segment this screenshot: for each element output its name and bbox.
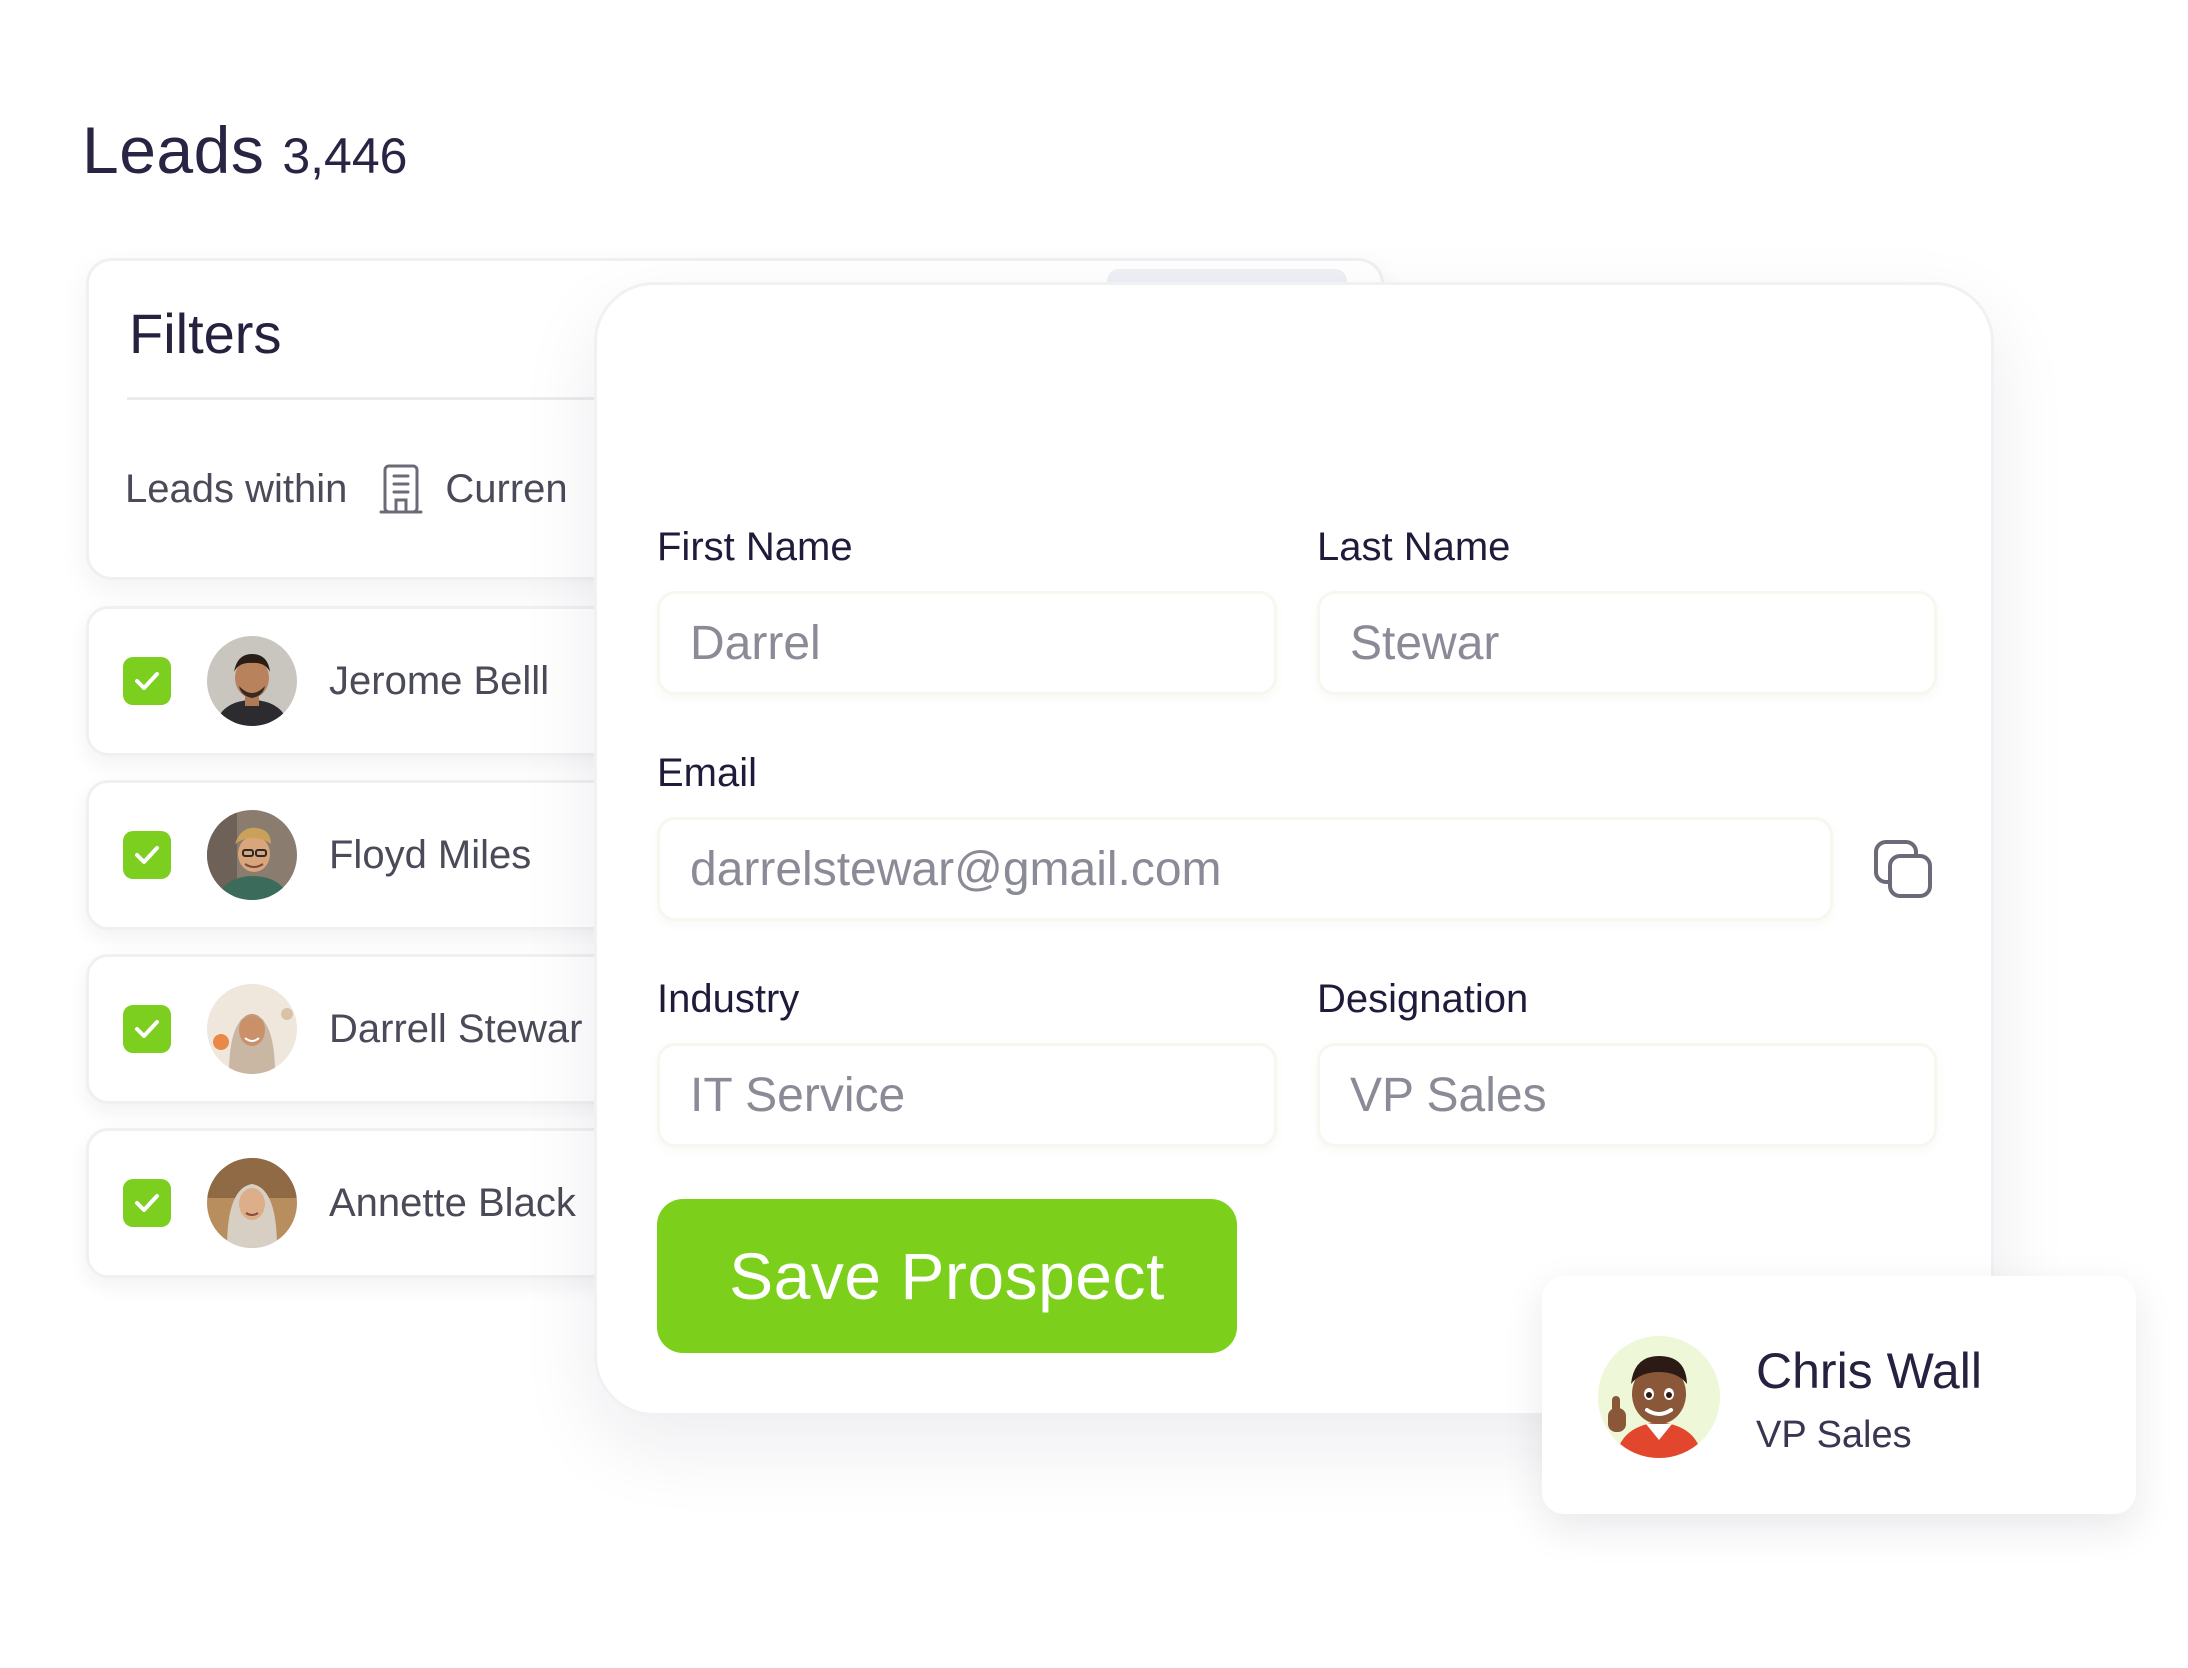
building-icon bbox=[379, 463, 423, 515]
check-icon bbox=[135, 846, 159, 864]
contact-name: Chris Wall bbox=[1756, 1343, 1982, 1399]
first-name-label: First Name bbox=[657, 525, 853, 569]
last-name-field[interactable]: Stewar bbox=[1317, 591, 1937, 695]
avatar bbox=[207, 810, 297, 900]
page-title: Leads bbox=[82, 113, 265, 187]
lead-name: Floyd Miles bbox=[329, 832, 532, 877]
page-header: Leads 3,446 bbox=[82, 112, 407, 188]
designation-label: Designation bbox=[1317, 977, 1529, 1021]
leads-within-value: Curren bbox=[445, 466, 568, 511]
industry-field[interactable]: IT Service bbox=[657, 1043, 1277, 1147]
contact-card[interactable]: Chris Wall VP Sales bbox=[1542, 1276, 2136, 1514]
lead-name: Jerome Belll bbox=[329, 658, 550, 703]
lead-checkbox[interactable] bbox=[123, 1005, 171, 1053]
lead-checkbox[interactable] bbox=[123, 831, 171, 879]
email-label: Email bbox=[657, 751, 758, 795]
copy-button[interactable] bbox=[1869, 835, 1939, 905]
filters-title: Filters bbox=[129, 302, 282, 365]
prospect-form: First Name Darrel Last Name Stewar Email… bbox=[594, 282, 1994, 1416]
lead-name: Annette Black bbox=[329, 1180, 576, 1225]
copy-icon bbox=[1874, 840, 1932, 898]
leads-screen: Leads 3,446 Filters Leads within Curren bbox=[0, 0, 2188, 1668]
leads-within-label: Leads within bbox=[125, 466, 348, 511]
avatar bbox=[207, 1158, 297, 1248]
industry-label: Industry bbox=[657, 977, 800, 1021]
lead-checkbox[interactable] bbox=[123, 1179, 171, 1227]
check-icon bbox=[135, 1020, 159, 1038]
check-icon bbox=[135, 1194, 159, 1212]
first-name-field[interactable]: Darrel bbox=[657, 591, 1277, 695]
lead-name: Darrell Stewar bbox=[329, 1006, 583, 1051]
contact-role: VP Sales bbox=[1756, 1414, 1912, 1456]
last-name-label: Last Name bbox=[1317, 525, 1511, 569]
designation-field[interactable]: VP Sales bbox=[1317, 1043, 1937, 1147]
email-field[interactable]: darrelstewar@gmail.com bbox=[657, 817, 1833, 921]
leads-count: 3,446 bbox=[282, 128, 408, 184]
avatar bbox=[207, 984, 297, 1074]
avatar bbox=[1598, 1336, 1720, 1458]
lead-checkbox[interactable] bbox=[123, 657, 171, 705]
check-icon bbox=[135, 672, 159, 690]
avatar bbox=[207, 636, 297, 726]
save-prospect-button[interactable]: Save Prospect bbox=[657, 1199, 1237, 1353]
leads-within-filter[interactable]: Leads within Curren bbox=[125, 463, 568, 515]
